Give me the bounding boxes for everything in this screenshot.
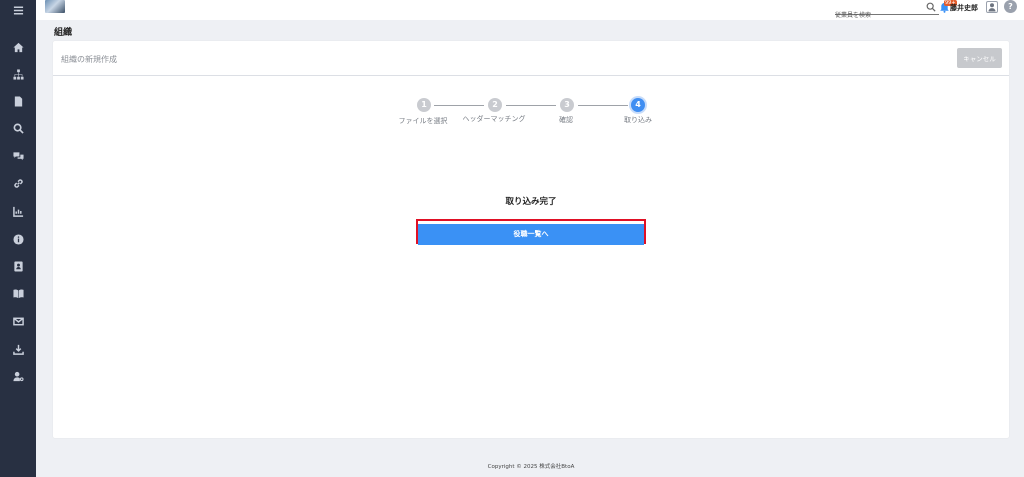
avatar[interactable] bbox=[45, 0, 65, 13]
sidebar bbox=[0, 0, 36, 477]
search-icon[interactable] bbox=[0, 118, 36, 138]
step-4-label: 取り込み bbox=[624, 116, 652, 124]
home-icon[interactable] bbox=[0, 37, 36, 57]
hamburger-menu-icon[interactable] bbox=[0, 0, 36, 20]
chat-icon[interactable] bbox=[0, 146, 36, 166]
step-3-circle: 3 bbox=[560, 98, 574, 112]
copyright: Copyright © 2025 株式会社BtoA bbox=[487, 464, 575, 470]
org-chart-icon[interactable] bbox=[0, 64, 36, 84]
download-icon[interactable] bbox=[0, 339, 36, 359]
user-name[interactable]: 藤井史郎 bbox=[950, 3, 978, 13]
page-title: 組織 bbox=[54, 28, 73, 38]
link-icon[interactable] bbox=[0, 173, 36, 193]
user-settings-icon[interactable] bbox=[0, 366, 36, 386]
step-2-circle: 2 bbox=[488, 98, 502, 112]
book-icon[interactable] bbox=[0, 283, 36, 303]
card-title: 組織の新規作成 bbox=[61, 55, 117, 64]
step-connector bbox=[434, 105, 484, 106]
position-list-button[interactable]: 役職一覧へ bbox=[418, 223, 644, 245]
search-icon[interactable] bbox=[926, 2, 936, 12]
step-4-circle: 4 bbox=[631, 98, 645, 112]
step-connector bbox=[578, 105, 628, 106]
employee-search-input[interactable] bbox=[835, 9, 927, 22]
step-1-circle: 1 bbox=[417, 98, 431, 112]
cancel-button[interactable]: キャンセル bbox=[957, 48, 1002, 68]
document-icon[interactable] bbox=[0, 91, 36, 111]
step-1-label: ファイルを選択 bbox=[398, 117, 448, 125]
top-bar: 99+ 藤井史郎 ? bbox=[36, 0, 1024, 22]
mail-icon[interactable] bbox=[0, 311, 36, 331]
step-connector bbox=[506, 105, 556, 106]
employee-search bbox=[835, 2, 939, 22]
step-2-label: ヘッダーマッチング bbox=[462, 115, 526, 123]
step-3-label: 確認 bbox=[559, 116, 573, 124]
info-icon[interactable] bbox=[0, 229, 36, 249]
user-icon[interactable] bbox=[986, 1, 998, 13]
import-complete-message: 取り込み完了 bbox=[505, 197, 557, 207]
contact-book-icon[interactable] bbox=[0, 256, 36, 276]
card-header: 組織の新規作成 キャンセル bbox=[53, 41, 1009, 76]
help-icon[interactable]: ? bbox=[1004, 0, 1017, 13]
highlight-frame: 役職一覧へ bbox=[416, 219, 646, 245]
